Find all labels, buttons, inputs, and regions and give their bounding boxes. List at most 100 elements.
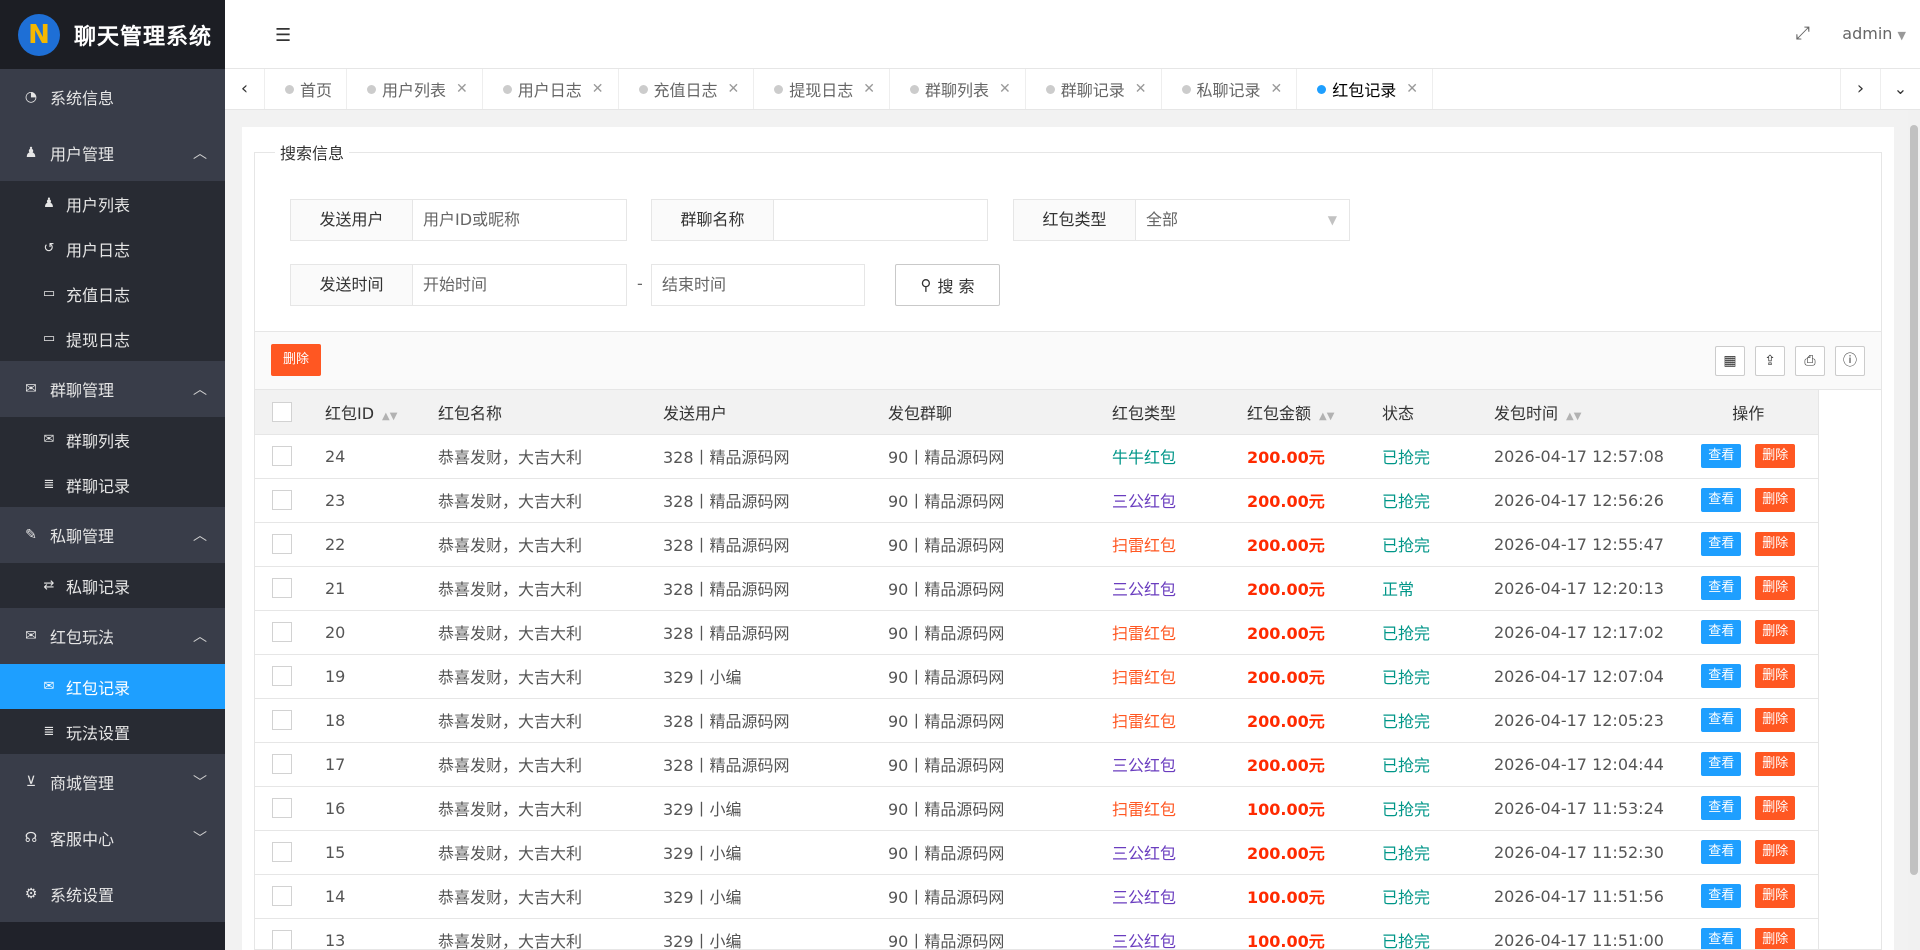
row-checkbox[interactable] bbox=[272, 798, 292, 819]
header-id[interactable]: 红包ID ▲▼ bbox=[310, 390, 423, 435]
view-button[interactable]: 查看 bbox=[1701, 488, 1742, 512]
select-all-checkbox[interactable] bbox=[272, 402, 292, 422]
group-label: 群聊名称 bbox=[652, 200, 774, 240]
sidebar-item-3-0[interactable]: ⇄ 私聊记录 bbox=[0, 563, 225, 608]
row-checkbox[interactable] bbox=[272, 666, 292, 687]
user-menu[interactable]: admin ▼ bbox=[1842, 24, 1906, 43]
tab-7[interactable]: 私聊记录 ✕ bbox=[1162, 69, 1298, 109]
row-checkbox[interactable] bbox=[272, 578, 292, 599]
tab-2[interactable]: 用户日志 ✕ bbox=[483, 69, 619, 109]
sender-input[interactable]: 用户ID或昵称 bbox=[413, 200, 626, 240]
view-button[interactable]: 查看 bbox=[1701, 576, 1742, 600]
tab-scroll-right-icon[interactable]: › bbox=[1840, 69, 1880, 109]
delete-button[interactable]: 删除 bbox=[1755, 620, 1796, 644]
sidebar-group-6[interactable]: ☊ 客服中心 ﹀ bbox=[0, 810, 225, 866]
sidebar-item-2-0[interactable]: ✉ 群聊列表 bbox=[0, 417, 225, 462]
group-input[interactable] bbox=[774, 200, 987, 240]
sidebar-item-4-1[interactable]: ≣ 玩法设置 bbox=[0, 709, 225, 754]
page-scrollbar[interactable] bbox=[1908, 110, 1920, 950]
delete-button[interactable]: 删除 bbox=[1755, 796, 1796, 820]
delete-button[interactable]: 删除 bbox=[1755, 708, 1796, 732]
row-checkbox[interactable] bbox=[272, 490, 292, 511]
tab-menu-chevron-down-icon[interactable]: ⌄ bbox=[1880, 69, 1920, 109]
start-time-input[interactable]: 开始时间 bbox=[413, 265, 626, 305]
delete-button[interactable]: 删除 bbox=[1755, 840, 1796, 864]
close-icon[interactable]: ✕ bbox=[999, 81, 1011, 97]
print-icon[interactable]: ⎙ bbox=[1795, 346, 1825, 376]
row-checkbox[interactable] bbox=[272, 886, 292, 907]
close-icon[interactable]: ✕ bbox=[1406, 81, 1418, 97]
tab-5[interactable]: 群聊列表 ✕ bbox=[890, 69, 1026, 109]
delete-button[interactable]: 删除 bbox=[1755, 664, 1796, 688]
tab-8[interactable]: 红包记录 ✕ bbox=[1297, 69, 1434, 109]
header-amount[interactable]: 红包金额 ▲▼ bbox=[1232, 390, 1367, 435]
sidebar-group-7[interactable]: ⚙ 系统设置 bbox=[0, 866, 225, 922]
view-button[interactable]: 查看 bbox=[1701, 532, 1742, 556]
type-select[interactable]: 全部 ▼ bbox=[1136, 200, 1349, 240]
end-time-input[interactable]: 结束时间 bbox=[652, 265, 864, 305]
view-button[interactable]: 查看 bbox=[1701, 928, 1742, 949]
export-icon[interactable]: ⇪ bbox=[1755, 346, 1785, 376]
tab-scroll-left-icon[interactable]: ‹ bbox=[225, 69, 265, 109]
sidebar-group-4[interactable]: ✉ 红包玩法 ︿ bbox=[0, 608, 225, 664]
row-checkbox[interactable] bbox=[272, 534, 292, 555]
close-icon[interactable]: ✕ bbox=[592, 81, 604, 97]
columns-icon[interactable]: ▦ bbox=[1715, 346, 1745, 376]
view-button[interactable]: 查看 bbox=[1701, 840, 1742, 864]
sidebar-group-3[interactable]: ✎ 私聊管理 ︿ bbox=[0, 507, 225, 563]
sort-icon[interactable]: ▲▼ bbox=[382, 411, 397, 422]
delete-button[interactable]: 删除 bbox=[1755, 884, 1796, 908]
sidebar-item-1-0[interactable]: ♟ 用户列表 bbox=[0, 181, 225, 226]
sidebar-item-2-1[interactable]: ≣ 群聊记录 bbox=[0, 462, 225, 507]
sidebar-item-1-2[interactable]: ▭ 充值日志 bbox=[0, 271, 225, 316]
row-checkbox[interactable] bbox=[272, 754, 292, 775]
sidebar-group-5[interactable]: ⊻ 商城管理 ﹀ bbox=[0, 754, 225, 810]
logo[interactable]: 聊天管理系统 bbox=[0, 0, 225, 69]
scrollbar-thumb[interactable] bbox=[1910, 125, 1918, 875]
close-icon[interactable]: ✕ bbox=[1135, 81, 1147, 97]
menu-toggle-icon[interactable]: ☰ bbox=[275, 25, 291, 46]
sidebar-group-1[interactable]: ♟ 用户管理 ︿ bbox=[0, 125, 225, 181]
view-button[interactable]: 查看 bbox=[1701, 884, 1742, 908]
view-button[interactable]: 查看 bbox=[1701, 664, 1742, 688]
delete-button[interactable]: 删除 bbox=[1755, 488, 1796, 512]
sidebar-group-0[interactable]: ◔ 系统信息 bbox=[0, 69, 225, 125]
row-checkbox[interactable] bbox=[272, 842, 292, 863]
row-checkbox[interactable] bbox=[272, 710, 292, 731]
delete-button[interactable]: 删除 bbox=[1755, 576, 1796, 600]
delete-button[interactable]: 删除 bbox=[1755, 532, 1796, 556]
row-checkbox[interactable] bbox=[272, 446, 292, 467]
sidebar-item-1-3[interactable]: ▭ 提现日志 bbox=[0, 316, 225, 361]
row-checkbox[interactable] bbox=[272, 622, 292, 643]
close-icon[interactable]: ✕ bbox=[1271, 81, 1283, 97]
sort-icon[interactable]: ▲▼ bbox=[1319, 411, 1334, 422]
delete-button[interactable]: 删除 bbox=[1755, 928, 1796, 949]
view-button[interactable]: 查看 bbox=[1701, 752, 1742, 776]
sidebar-group-2[interactable]: ✉ 群聊管理 ︿ bbox=[0, 361, 225, 417]
sidebar-item-4-0[interactable]: ✉ 红包记录 bbox=[0, 664, 225, 709]
header-group: 发包群聊 bbox=[873, 390, 1097, 435]
view-button[interactable]: 查看 bbox=[1701, 708, 1742, 732]
view-button[interactable]: 查看 bbox=[1701, 620, 1742, 644]
tab-3[interactable]: 充值日志 ✕ bbox=[619, 69, 755, 109]
tab-0[interactable]: 首页 bbox=[265, 69, 348, 109]
batch-delete-button[interactable]: 删除 bbox=[271, 344, 322, 376]
sidebar-item-1-1[interactable]: ↺ 用户日志 bbox=[0, 226, 225, 271]
tab-1[interactable]: 用户列表 ✕ bbox=[347, 69, 483, 109]
view-button[interactable]: 查看 bbox=[1701, 444, 1742, 468]
sort-icon[interactable]: ▲▼ bbox=[1566, 411, 1581, 422]
close-icon[interactable]: ✕ bbox=[728, 81, 740, 97]
view-button[interactable]: 查看 bbox=[1701, 796, 1742, 820]
fullscreen-icon[interactable]: ⤢ bbox=[1796, 23, 1810, 44]
search-button[interactable]: ⚲ 搜 索 bbox=[895, 264, 1000, 306]
close-icon[interactable]: ✕ bbox=[863, 81, 875, 97]
delete-button[interactable]: 删除 bbox=[1755, 752, 1796, 776]
close-icon[interactable]: ✕ bbox=[456, 81, 468, 97]
row-checkbox[interactable] bbox=[272, 930, 292, 949]
header-time[interactable]: 发包时间 ▲▼ bbox=[1479, 390, 1679, 435]
tab-6[interactable]: 群聊记录 ✕ bbox=[1026, 69, 1162, 109]
info-icon[interactable]: ⓘ bbox=[1835, 346, 1865, 376]
tab-4[interactable]: 提现日志 ✕ bbox=[754, 69, 891, 109]
cell-time: 2026-04-17 12:07:04 bbox=[1479, 654, 1679, 699]
delete-button[interactable]: 删除 bbox=[1755, 444, 1796, 468]
